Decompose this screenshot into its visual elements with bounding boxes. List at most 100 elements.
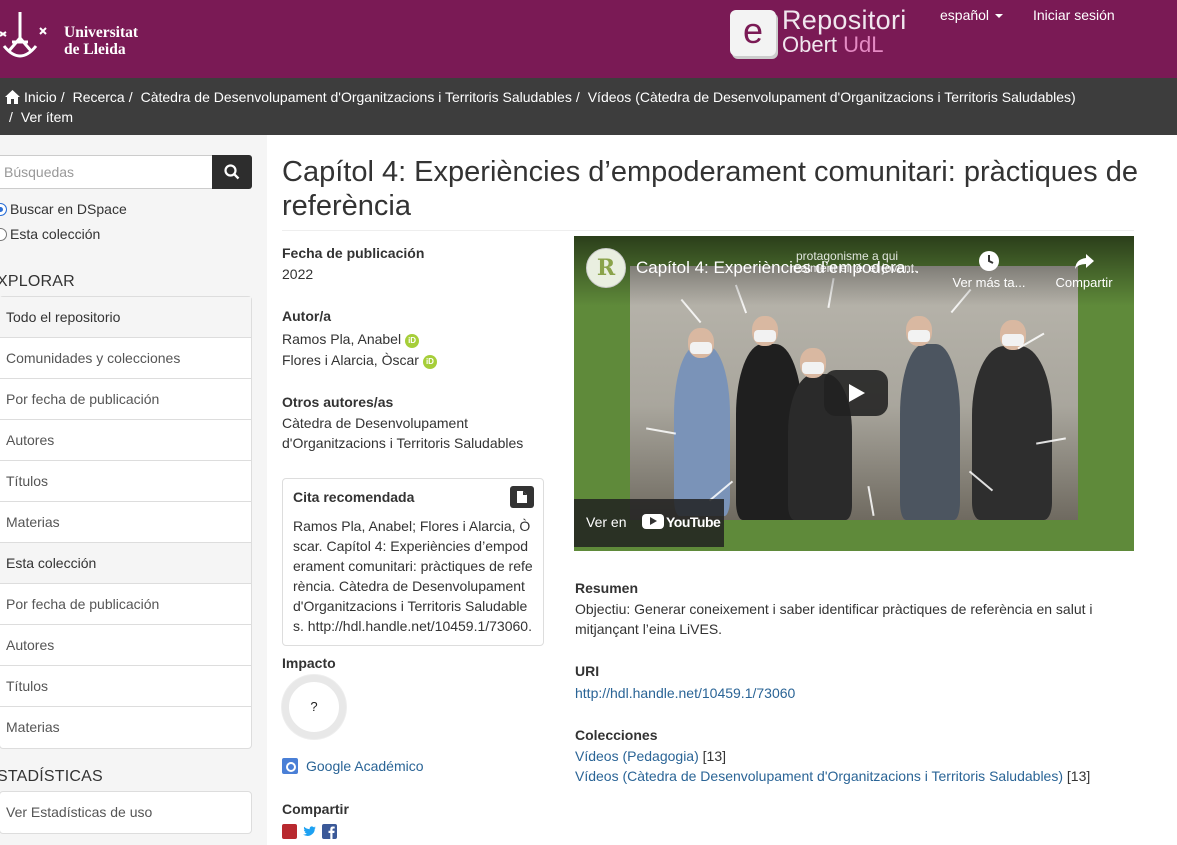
sidebar-item-coleccion-autores[interactable]: Autores	[0, 625, 251, 666]
collection-link[interactable]: Vídeos (Pedagogia)	[575, 748, 699, 764]
share-icons	[282, 824, 342, 840]
video-person-mask	[1002, 334, 1024, 346]
radio-button[interactable]	[0, 228, 7, 241]
play-button[interactable]	[824, 370, 888, 416]
sidebar-item-coleccion-titulos[interactable]: Títulos	[0, 666, 251, 707]
collection-entry: Vídeos (Càtedra de Desenvolupament d'Org…	[575, 766, 1090, 786]
author-link[interactable]: Ramos Pla, Anabel	[282, 331, 401, 347]
share-label: Compartir	[282, 801, 349, 817]
video-person	[900, 344, 960, 520]
youtube-wordmark: YouTube	[666, 514, 721, 530]
citation-heading: Cita recomendada	[293, 489, 415, 505]
sidebar-item-coleccion-materias[interactable]: Materias	[0, 707, 251, 748]
sidebar-item-comunidades[interactable]: Comunidades y colecciones	[0, 338, 251, 379]
home-icon[interactable]	[5, 90, 20, 104]
channel-avatar[interactable]: R	[586, 248, 626, 288]
watch-on-youtube-button[interactable]: Ver en YouTube	[574, 499, 724, 547]
video-share-button[interactable]: Compartir	[1044, 250, 1124, 290]
watch-later-label: Ver más ta...	[952, 275, 1026, 290]
radio-button-checked[interactable]	[0, 203, 7, 216]
google-scholar-label: Google Académico	[306, 758, 424, 774]
statistics-heading: STADÍSTICAS	[0, 768, 103, 785]
radio-search-collection-label: Esta colección	[10, 226, 101, 242]
altmetric-badge[interactable]: ?	[282, 675, 346, 739]
university-emblem-icon	[0, 12, 47, 58]
search-input[interactable]	[0, 155, 214, 189]
repository-logo[interactable]: e Repositori Obert UdL	[730, 6, 910, 60]
language-dropdown[interactable]: español	[940, 7, 1004, 23]
radio-search-collection[interactable]: Esta colección	[0, 226, 100, 242]
sidebar: Buscar en DSpace Esta colección XPLORAR …	[0, 135, 267, 845]
breadcrumb-videos[interactable]: Vídeos (Càtedra de Desenvolupament d'Org…	[588, 89, 1076, 105]
google-scholar-icon	[282, 758, 298, 774]
altmetric-badge-text: ?	[310, 699, 318, 714]
sidebar-item-coleccion-fecha[interactable]: Por fecha de publicación	[0, 584, 251, 625]
sidebar-item-autores[interactable]: Autores	[0, 420, 251, 461]
breadcrumb-home[interactable]: Inicio	[24, 89, 57, 105]
video-share-label: Compartir	[1055, 275, 1113, 290]
explore-list: Todo el repositorio Comunidades y colecc…	[0, 296, 252, 749]
watch-later-button[interactable]: Ver más ta...	[949, 250, 1029, 290]
uri-link[interactable]: http://hdl.handle.net/10459.1/73060	[575, 683, 795, 703]
video-player[interactable]: R protagonisme a qui realment el té: el …	[574, 236, 1134, 551]
mendeley-icon[interactable]	[282, 824, 297, 839]
university-logo[interactable]: Universitat de Lleida	[0, 8, 150, 64]
radio-search-all[interactable]: Buscar en DSpace	[0, 201, 127, 217]
sidebar-item-esta-coleccion[interactable]: Esta colección	[0, 543, 251, 584]
other-authors-line1: Càtedra de Desenvolupament	[282, 415, 469, 431]
breadcrumb-recerca[interactable]: Recerca	[73, 89, 125, 105]
abstract-text-line2: mitjançant l’eina LiVES.	[575, 621, 723, 637]
orcid-icon[interactable]: iD	[422, 355, 437, 369]
repository-name-obert: Obert	[782, 32, 844, 57]
radio-search-all-label: Buscar en DSpace	[10, 201, 127, 217]
citation-text: Ramos Pla, Anabel; Flores i Alarcia, Òsc…	[293, 518, 533, 634]
breadcrumb-separator: /	[575, 89, 580, 105]
breadcrumb-catedra[interactable]: Càtedra de Desenvolupament d'Organitzaci…	[141, 89, 572, 105]
university-name-line2: de Lleida	[64, 41, 126, 58]
collection-count: [13]	[702, 748, 727, 764]
statistics-list: Ver Estadísticas de uso	[0, 791, 252, 834]
collection-entry: Vídeos (Pedagogia) [13]	[575, 746, 726, 766]
abstract-text-line1: Objectiu: Generar coneixement i saber id…	[575, 601, 1093, 617]
share-arrow-icon	[1075, 254, 1094, 269]
caret-down-icon	[995, 14, 1004, 19]
sidebar-item-fecha[interactable]: Por fecha de publicación	[0, 379, 251, 420]
impact-label: Impacto	[282, 655, 336, 671]
sidebar-item-todo-repositorio[interactable]: Todo el repositorio	[0, 297, 251, 338]
collection-count: [13]	[1066, 768, 1091, 784]
search-icon	[224, 164, 240, 180]
author-label: Autor/a	[282, 308, 331, 324]
search-button[interactable]	[212, 155, 252, 189]
date-value: 2022	[282, 266, 314, 282]
explore-heading: XPLORAR	[0, 273, 75, 290]
author-link[interactable]: Flores i Alarcia, Òscar	[282, 352, 419, 368]
youtube-icon	[642, 514, 664, 529]
facebook-icon[interactable]	[322, 824, 337, 839]
university-name-line1: Universitat	[64, 24, 139, 41]
login-link[interactable]: Iniciar sesión	[1033, 7, 1115, 23]
other-authors-label: Otros autores/as	[282, 394, 394, 410]
play-icon	[849, 384, 865, 402]
university-name: Universitat de Lleida	[64, 24, 138, 58]
video-person-mask	[690, 342, 712, 354]
language-label: español	[940, 7, 990, 23]
citation-export-button[interactable]	[510, 486, 534, 508]
video-title[interactable]: Capítol 4: Experiències d’empodera...	[636, 258, 920, 278]
collection-link[interactable]: Vídeos (Càtedra de Desenvolupament d'Org…	[575, 768, 1063, 784]
repository-name-udl: UdL	[843, 32, 884, 57]
page-title: Capítol 4: Experiències d’empoderament c…	[282, 156, 1138, 222]
orcid-icon[interactable]: iD	[405, 334, 420, 348]
sidebar-item-materias[interactable]: Materias	[0, 502, 251, 543]
google-scholar-link[interactable]: Google Académico	[282, 758, 424, 774]
breadcrumb-current: Ver ítem	[20, 109, 74, 125]
twitter-icon[interactable]	[302, 824, 317, 839]
other-authors-line2: d'Organitzacions i Territoris Saludables	[282, 435, 524, 451]
sidebar-item-titulos[interactable]: Títulos	[0, 461, 251, 502]
collections-label: Colecciones	[575, 727, 658, 743]
clock-icon	[979, 251, 999, 271]
document-icon	[517, 491, 527, 503]
breadcrumb-separator: /	[128, 89, 133, 105]
breadcrumb-separator: /	[60, 89, 65, 105]
sidebar-item-estadisticas[interactable]: Ver Estadísticas de uso	[0, 792, 251, 833]
site-header: Universitat de Lleida e Repositori Obert…	[0, 0, 1177, 78]
